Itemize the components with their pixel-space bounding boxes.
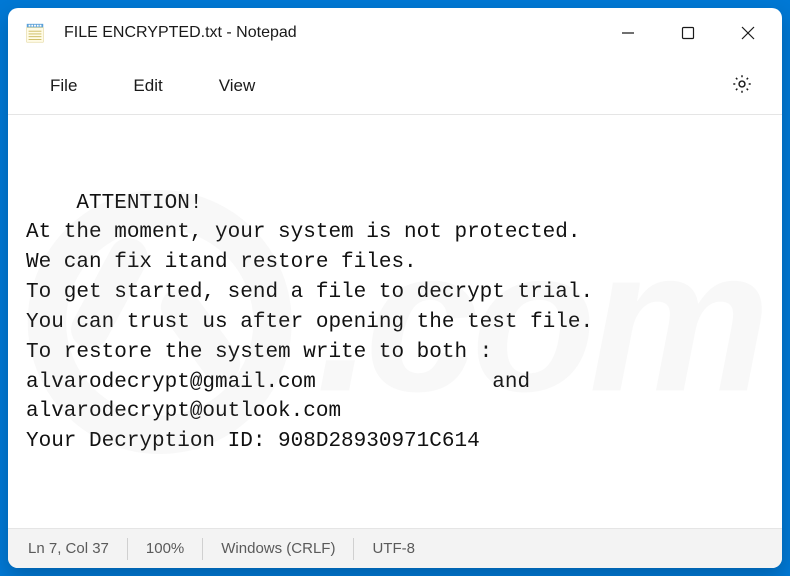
- status-encoding: UTF-8: [372, 540, 415, 557]
- document-text: ATTENTION! At the moment, your system is…: [26, 192, 593, 454]
- maximize-button[interactable]: [658, 8, 718, 58]
- status-cursor-position: Ln 7, Col 37: [28, 540, 109, 557]
- window-title: FILE ENCRYPTED.txt - Notepad: [64, 24, 297, 42]
- notepad-window: FILE ENCRYPTED.txt - Notepad File Edit V…: [8, 8, 782, 568]
- settings-button[interactable]: [720, 64, 764, 108]
- status-zoom[interactable]: 100%: [146, 540, 184, 557]
- menu-file[interactable]: File: [22, 68, 105, 104]
- editor-content[interactable]: .com ATTENTION! At the moment, your syst…: [8, 115, 782, 528]
- status-separator: [127, 538, 128, 560]
- statusbar: Ln 7, Col 37 100% Windows (CRLF) UTF-8: [8, 528, 782, 568]
- gear-icon: [731, 73, 753, 100]
- titlebar: FILE ENCRYPTED.txt - Notepad: [8, 8, 782, 58]
- menu-edit[interactable]: Edit: [105, 68, 190, 104]
- status-separator: [202, 538, 203, 560]
- window-controls: [598, 8, 778, 58]
- status-separator: [353, 538, 354, 560]
- menubar: File Edit View: [8, 58, 782, 114]
- minimize-button[interactable]: [598, 8, 658, 58]
- close-button[interactable]: [718, 8, 778, 58]
- menu-view[interactable]: View: [191, 68, 284, 104]
- status-line-ending: Windows (CRLF): [221, 540, 335, 557]
- notepad-app-icon: [24, 22, 46, 44]
